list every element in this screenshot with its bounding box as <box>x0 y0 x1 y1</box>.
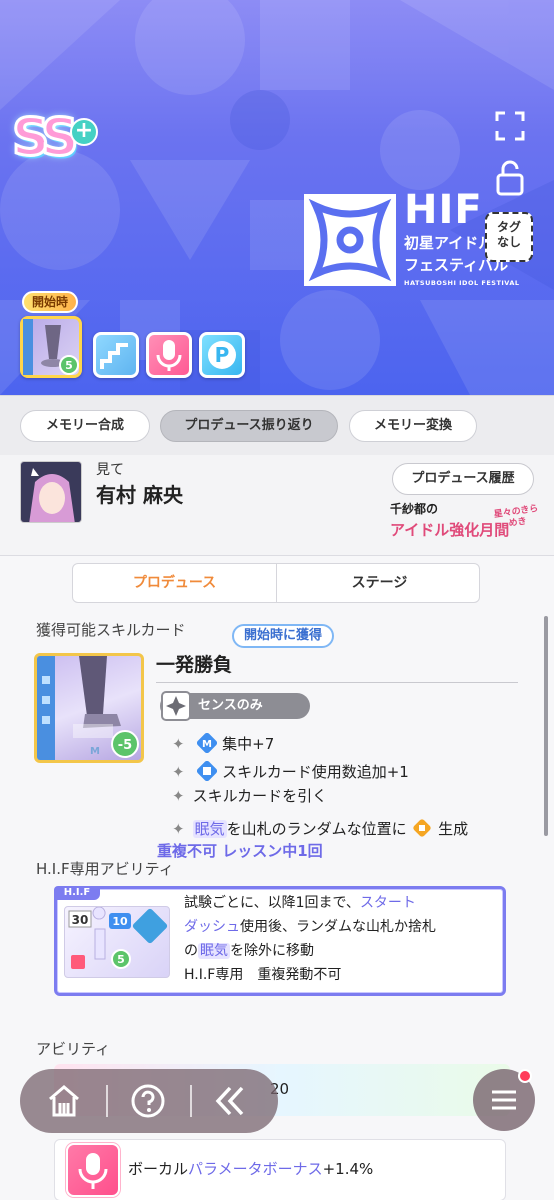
stairs-icon <box>100 343 128 369</box>
produce-history-button[interactable]: プロデュース履歴 <box>392 463 534 495</box>
hif-ability-thumb: 30 10 5 <box>64 906 170 978</box>
equipped-skill-card[interactable]: 5 <box>20 316 82 378</box>
unlock-icon[interactable] <box>496 160 524 196</box>
sense-plan-icon <box>161 691 191 721</box>
hif-title: HIF <box>404 187 483 233</box>
character-avatar[interactable] <box>20 461 82 523</box>
hif-badge: H.I.F <box>54 886 100 900</box>
back-icon[interactable] <box>212 1083 248 1119</box>
tab-stage[interactable]: ステージ <box>278 564 479 602</box>
start-acquire-tag: 開始時に獲得 <box>232 624 335 648</box>
tag-none-line2: なし <box>496 235 521 249</box>
hif-thumb-icon: 30 10 5 <box>68 906 168 969</box>
hif-ability-line2: ダッシュ使用後、ランダムな山札か捨札 <box>184 919 436 935</box>
skill-card-cost: -5 <box>118 738 132 753</box>
p-item-icon: P <box>208 341 236 369</box>
hif-ability-line4: H.I.F専用 重複発動不可 <box>184 967 342 983</box>
event-logo: 千紗都の アイドル強化月間 星々のきらめき <box>390 503 550 547</box>
effect-drowsy-post: 生成 <box>438 820 469 838</box>
skill-name: 一発勝負 <box>156 654 233 676</box>
rank-plus-badge: + <box>70 118 98 146</box>
start-time-label: 開始時 <box>22 291 79 313</box>
effect-drowsy-text: を山札のランダムな位置に <box>226 820 407 838</box>
svg-text:M: M <box>202 739 212 750</box>
repeat-note: 重複不可 レッスン中1回 <box>157 842 323 860</box>
event-logo-line1: 千紗都の <box>390 502 439 516</box>
character-name: 有村 麻央 <box>96 483 183 507</box>
effect-focus-text: 集中+7 <box>222 735 275 753</box>
nav-divider-1 <box>106 1085 108 1117</box>
card-art-icon: 5 <box>23 319 79 375</box>
hif-ability-line1: 試験ごとに、以降1回まで、スタート <box>184 895 416 911</box>
action-tabs: メモリー合成 プロデュース振り返り メモリー変換 <box>0 395 554 455</box>
equipped-memory-4[interactable]: P <box>199 332 245 378</box>
event-logo-badge: 星々のきらめき <box>493 503 540 530</box>
effect-draw-text: スキルカードを引く <box>192 787 328 805</box>
skill-card-image[interactable]: M -5 <box>34 653 144 763</box>
hif-emblem-icon <box>304 194 396 286</box>
menu-icon <box>492 1090 516 1110</box>
effect-card-use: ✦ スキルカード使用数追加+1 <box>172 760 409 782</box>
fullscreen-icon[interactable] <box>494 110 526 142</box>
produce-review-button[interactable]: プロデュース振り返り <box>160 410 338 442</box>
hif-thumb-a: 30 <box>72 913 89 927</box>
card-use-icon <box>197 760 218 782</box>
character-subtitle: 見て <box>96 462 124 478</box>
effect-focus: ✦ M 集中+7 <box>172 732 275 754</box>
memory-exchange-button[interactable]: メモリー変換 <box>349 410 477 442</box>
character-row: 見て 有村 麻央 プロデュース履歴 千紗都の アイドル強化月間 星々のきらめき <box>0 455 554 555</box>
equipped-memory-3[interactable] <box>146 332 192 378</box>
floating-nav <box>20 1069 278 1133</box>
vocal-ability-icon <box>66 1143 120 1197</box>
svg-text:M: M <box>90 746 100 757</box>
scrollbar[interactable] <box>544 616 548 836</box>
tab-produce[interactable]: プロデュース <box>73 564 277 602</box>
effect-drowsy-keyword: 眠気 <box>192 820 227 838</box>
ability-section-title: アビリティ <box>36 1040 111 1058</box>
generate-icon <box>413 819 432 837</box>
hif-english: HATSUBOSHI IDOL FESTIVAL <box>404 279 520 287</box>
tag-none-button[interactable]: タグ なし <box>485 212 533 262</box>
tag-none-line1: タグ <box>496 220 521 234</box>
effect-draw: ✦ スキルカードを引く <box>172 787 328 805</box>
hif-thumb-b: 10 <box>112 915 128 928</box>
skill-card-art-icon: M -5 <box>37 656 139 760</box>
effect-drowsy: ✦ 眠気 を山札のランダムな位置に 生成 <box>172 817 468 839</box>
hero-banner: SS + HIF 初星アイドル フェスティバル HATSUBOSHI IDOL … <box>0 0 554 395</box>
equipped-memory-2[interactable] <box>93 332 139 378</box>
hif-ability-line3: の眠気 を除外に移動 <box>184 943 314 959</box>
skill-divider <box>156 682 518 683</box>
help-icon[interactable] <box>130 1083 166 1119</box>
vocal-ability-text: ボーカルパラメータボーナス+1.4% <box>128 1160 374 1178</box>
notification-dot <box>518 1069 532 1083</box>
produce-stage-switch: プロデュース ステージ <box>72 563 480 603</box>
memory-synthesis-button[interactable]: メモリー合成 <box>20 410 150 442</box>
hif-ability-title: H.I.F専用アビリティ <box>36 860 174 878</box>
event-logo-line2: アイドル強化月間 <box>390 521 510 539</box>
effect-card-use-text: スキルカード使用数追加+1 <box>222 763 409 781</box>
mini-card-cost: 5 <box>65 359 73 372</box>
avatar-art-icon <box>21 462 81 522</box>
skill-section-title: 獲得可能スキルカード <box>36 621 186 639</box>
hif-thumb-c: 5 <box>117 953 125 966</box>
nav-divider-2 <box>190 1085 192 1117</box>
svg-text:P: P <box>215 343 230 367</box>
hif-subtitle-1: 初星アイドル <box>404 234 494 252</box>
vocal-mic-icon <box>78 1153 108 1189</box>
microphone-icon <box>156 340 182 371</box>
home-icon[interactable] <box>46 1083 82 1119</box>
focus-icon: M <box>197 732 218 754</box>
